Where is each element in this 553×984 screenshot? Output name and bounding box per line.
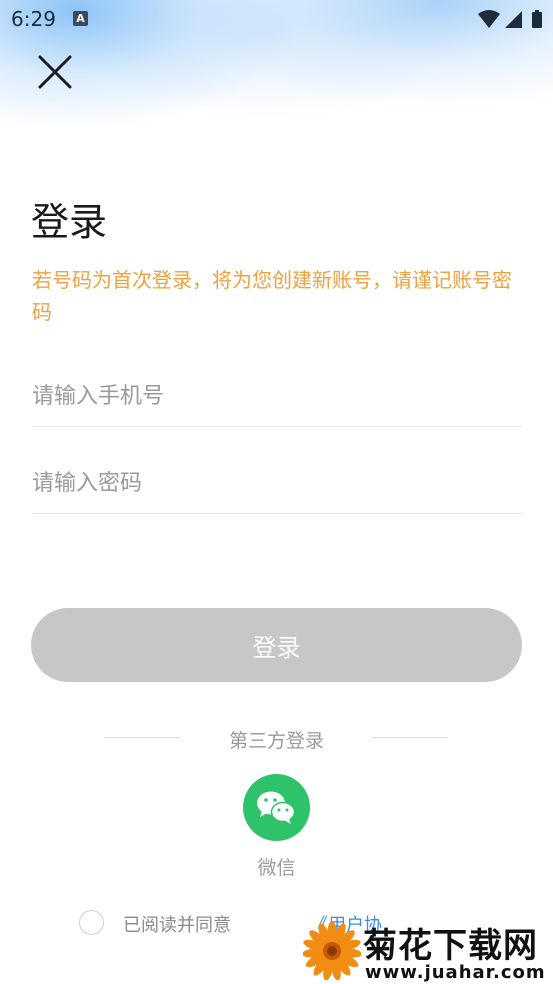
- divider-right: [372, 737, 448, 738]
- flower-logo-icon: [303, 921, 361, 981]
- third-party-login-label: 第三方登录: [228, 730, 324, 752]
- page-title: 登录: [31, 200, 108, 244]
- phone-input[interactable]: [32, 366, 522, 426]
- wechat-label: 微信: [257, 857, 296, 879]
- app-notification-icon: A: [73, 11, 88, 26]
- site-watermark: 菊花下载网 www.juahar.com: [303, 918, 553, 984]
- status-icons: [477, 9, 545, 29]
- close-icon: [38, 55, 72, 89]
- watermark-title: 菊花下载网: [363, 926, 538, 966]
- agreement-text: 已阅读并同意: [123, 915, 231, 936]
- battery-icon: [532, 10, 542, 28]
- first-login-hint: 若号码为首次登录，将为您创建新账号，请谨记账号密码: [32, 268, 512, 324]
- agreement-checkbox[interactable]: [79, 910, 104, 935]
- password-field: [32, 453, 522, 514]
- login-button[interactable]: 登录: [31, 608, 522, 682]
- wechat-icon: [257, 791, 296, 824]
- phone-field: [32, 366, 522, 427]
- status-bar: 6:29 A: [0, 0, 553, 38]
- status-time: 6:29: [11, 7, 56, 31]
- wifi-icon: [478, 10, 500, 28]
- wechat-login-button[interactable]: [243, 774, 310, 841]
- password-input[interactable]: [32, 453, 522, 513]
- signal-icon: [505, 11, 522, 28]
- watermark-url: www.juahar.com: [365, 962, 546, 983]
- close-button[interactable]: [33, 50, 77, 94]
